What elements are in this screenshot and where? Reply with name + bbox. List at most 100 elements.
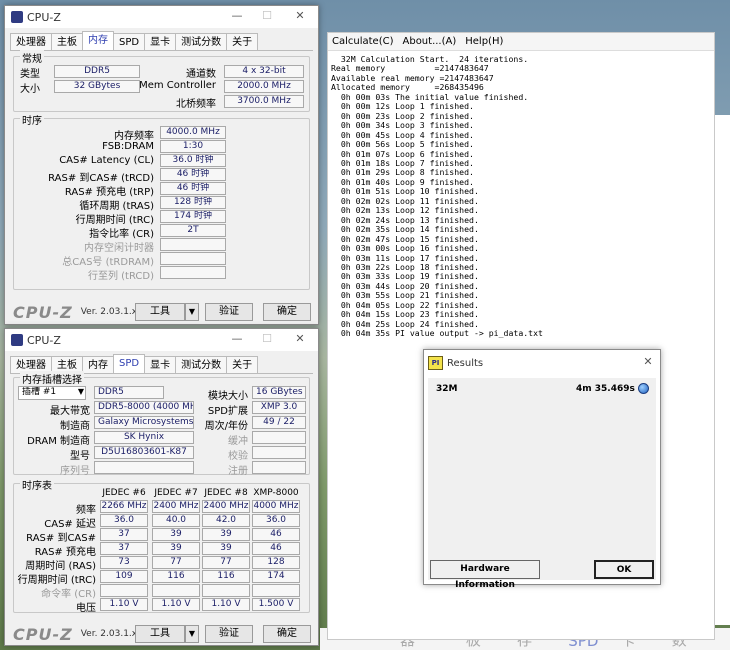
minimize-icon[interactable]: — [227, 9, 247, 22]
spd-cell: 1.10 V [152, 598, 200, 611]
spd-row-label: 频率 [76, 505, 96, 516]
timing-value [160, 252, 226, 265]
close-icon[interactable]: ✕ [290, 332, 310, 345]
menu-about[interactable]: About...(A) [403, 36, 457, 47]
timing-value: 1:30 [160, 140, 226, 153]
superpi-app-icon: PI [428, 356, 443, 370]
tab-spd[interactable]: SPD [113, 33, 146, 50]
spd-cell: 1.10 V [202, 598, 250, 611]
timing-value: 4000.0 MHz [160, 126, 226, 139]
spd-cell: 39 [202, 542, 250, 555]
spd-cell [152, 584, 200, 597]
hardware-information-button[interactable]: Hardware Information [430, 560, 540, 590]
timings-group: 时序 内存频率 4000.0 MHz FSB:DRAM 1:30 CAS# Latenc… [13, 112, 310, 290]
cpuz-logo: CPU-Z [13, 624, 73, 644]
memctrl-value: 2000.0 MHz [224, 80, 304, 93]
timing-label: 总CAS号 (tRDRAM) [62, 257, 154, 268]
maximize-icon: ☐ [262, 332, 272, 345]
tab-spd[interactable]: SPD [113, 354, 146, 373]
ok-button[interactable]: 确定 [263, 625, 311, 643]
tab-mainboard[interactable]: 主板 [51, 33, 83, 50]
tab-cpu[interactable]: 处理器 [10, 33, 52, 50]
results-title: Results [447, 357, 484, 369]
spd-cell: 73 [100, 556, 148, 569]
max-bandwidth-label: 最大带宽 [50, 406, 90, 417]
tab-memory[interactable]: 内存 [82, 31, 114, 50]
manufacturer-value: Galaxy Microsystems Ltd. [94, 416, 194, 429]
size-value: 32 GBytes [54, 80, 140, 93]
spd-cell: 2400 MHz [202, 500, 250, 513]
spd-cell: 46 [252, 528, 300, 541]
menu-calculate[interactable]: Calculate(C) [332, 36, 394, 47]
manufacturer-label: 制造商 [60, 421, 90, 432]
tab-bench[interactable]: 测试分数 [175, 33, 228, 50]
tab-graphics[interactable]: 显卡 [144, 33, 177, 50]
week-year-label: 周次/年份 [204, 421, 248, 432]
timing-column-header: XMP-8000 [253, 488, 299, 498]
timing-label: 行至列 (tRCD) [87, 271, 154, 282]
tab-bench[interactable]: 测试分数 [175, 356, 228, 373]
memory-type-value: DDR5 [94, 386, 164, 399]
timing-label: 指令比率 (CR) [89, 229, 154, 240]
spd-cell [100, 584, 148, 597]
channels-label: 通道数 [186, 69, 216, 80]
cpuz-app-icon [11, 334, 23, 346]
spd-row-label: RAS# 到CAS# [26, 533, 96, 544]
tab-about[interactable]: 关于 [226, 33, 259, 50]
spd-cell: 77 [202, 556, 250, 569]
cpuz-memory-titlebar[interactable]: CPU-Z — ☐ ✕ [5, 6, 318, 28]
timing-value: 2T [160, 224, 226, 237]
spd-cell: 2266 MHz [100, 500, 148, 513]
spd-cell: 36.0 [252, 514, 300, 527]
tools-button[interactable]: 工具 [135, 303, 185, 321]
result-size: 32M [436, 384, 458, 394]
tools-dropdown-icon[interactable]: ▼ [185, 303, 199, 321]
northbridge-label: 北桥频率 [176, 99, 216, 110]
timing-value: 128 时钟 [160, 196, 226, 209]
tools-dropdown-icon[interactable]: ▼ [185, 625, 199, 643]
registered-label: 注册 [228, 466, 248, 477]
tools-button[interactable]: 工具 [135, 625, 185, 643]
tab-about[interactable]: 关于 [226, 356, 259, 373]
week-year-value: 49 / 22 [252, 416, 306, 429]
timing-value: 36.0 时钟 [160, 154, 226, 167]
cpuz-app-icon [11, 11, 23, 23]
serial-number-label: 序列号 [60, 466, 90, 477]
close-icon[interactable]: ✕ [638, 355, 658, 368]
serial-number-value [94, 461, 194, 474]
timing-label: 内存空闲计时器 [84, 243, 154, 254]
results-titlebar[interactable]: PI Results ✕ [424, 350, 660, 376]
timing-column-header: JEDEC #6 [102, 488, 146, 498]
spd-ext-label: SPD扩展 [207, 406, 248, 417]
spd-cell: 77 [152, 556, 200, 569]
window-title: CPU-Z [27, 333, 61, 347]
results-ok-button[interactable]: OK [594, 560, 654, 579]
validate-button[interactable]: 验证 [205, 625, 253, 643]
spd-cell: 39 [152, 542, 200, 555]
spd-ext-value: XMP 3.0 [252, 401, 306, 414]
superpi-menubar: Calculate(C) About...(A) Help(H) [328, 33, 714, 51]
type-value: DDR5 [54, 65, 140, 78]
channels-value: 4 x 32-bit [224, 65, 304, 78]
part-number-label: 型号 [70, 451, 90, 462]
spd-cell [202, 584, 250, 597]
spd-row-label: 周期时间 (RAS) [25, 561, 96, 572]
cpuz-spd-titlebar[interactable]: CPU-Z — ☐ ✕ [5, 329, 318, 351]
spd-cell: 4000 MHz [252, 500, 300, 513]
spd-cell: 1.500 V [252, 598, 300, 611]
slot-group-label: 内存插槽选择 [20, 371, 84, 386]
buffered-value [252, 431, 306, 444]
window-title: CPU-Z [27, 10, 61, 24]
part-number-value: D5U16803601-K87 [94, 446, 194, 459]
ok-button[interactable]: 确定 [263, 303, 311, 321]
spd-cell [252, 584, 300, 597]
minimize-icon[interactable]: — [227, 332, 247, 345]
close-icon[interactable]: ✕ [290, 9, 310, 22]
chevron-down-icon[interactable]: ▼ [74, 387, 84, 396]
menu-help[interactable]: Help(H) [465, 36, 503, 47]
validate-button[interactable]: 验证 [205, 303, 253, 321]
tab-graphics[interactable]: 显卡 [144, 356, 177, 373]
spd-cell: 37 [100, 528, 148, 541]
spd-cell: 174 [252, 570, 300, 583]
tab-memory[interactable]: 内存 [82, 356, 114, 373]
